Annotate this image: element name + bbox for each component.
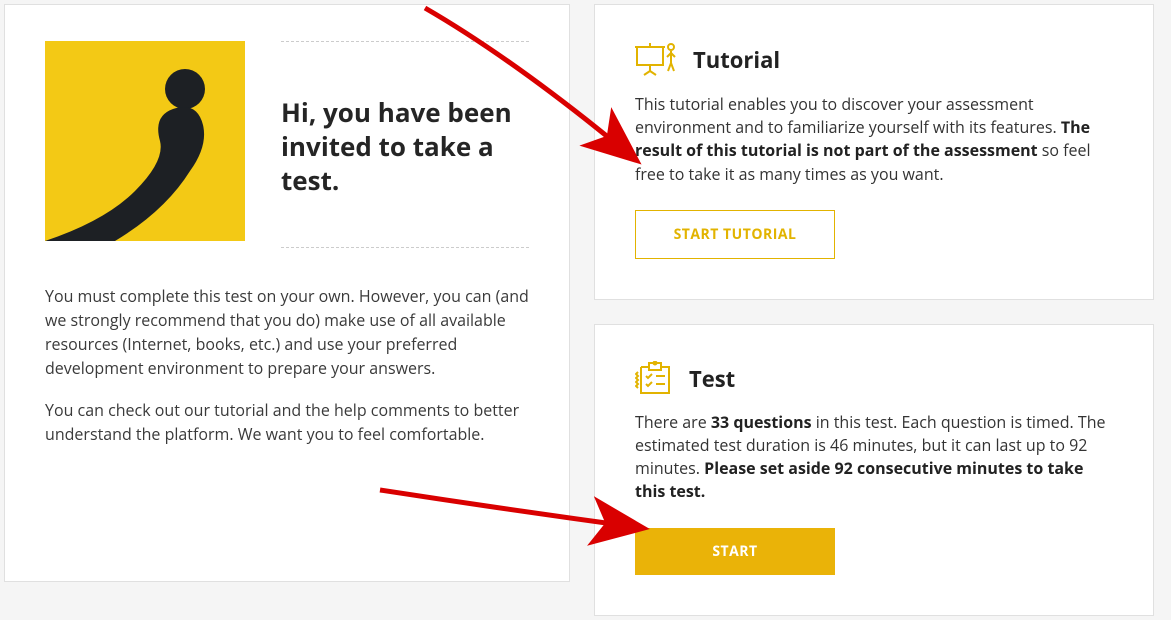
- brand-logo: [45, 41, 245, 241]
- tutorial-title: Tutorial: [693, 45, 780, 75]
- checklist-icon: [635, 361, 675, 397]
- test-card: Test There are 33 questions in this test…: [594, 324, 1154, 616]
- start-test-button[interactable]: START: [635, 528, 835, 575]
- intro-body: You must complete this test on your own.…: [45, 284, 529, 446]
- tutorial-description: This tutorial enables you to discover yo…: [635, 93, 1113, 186]
- intro-card: Hi, you have been invited to take a test…: [4, 4, 570, 582]
- intro-heading: Hi, you have been invited to take a test…: [281, 41, 529, 248]
- presentation-icon: [635, 41, 679, 79]
- intro-paragraph-1: You must complete this test on your own.…: [45, 284, 529, 380]
- tutorial-card: Tutorial This tutorial enables you to di…: [594, 4, 1154, 300]
- test-title: Test: [689, 364, 735, 394]
- test-description: There are 33 questions in this test. Eac…: [635, 411, 1113, 504]
- start-tutorial-button[interactable]: START TUTORIAL: [635, 210, 835, 259]
- intro-paragraph-2: You can check out our tutorial and the h…: [45, 398, 529, 446]
